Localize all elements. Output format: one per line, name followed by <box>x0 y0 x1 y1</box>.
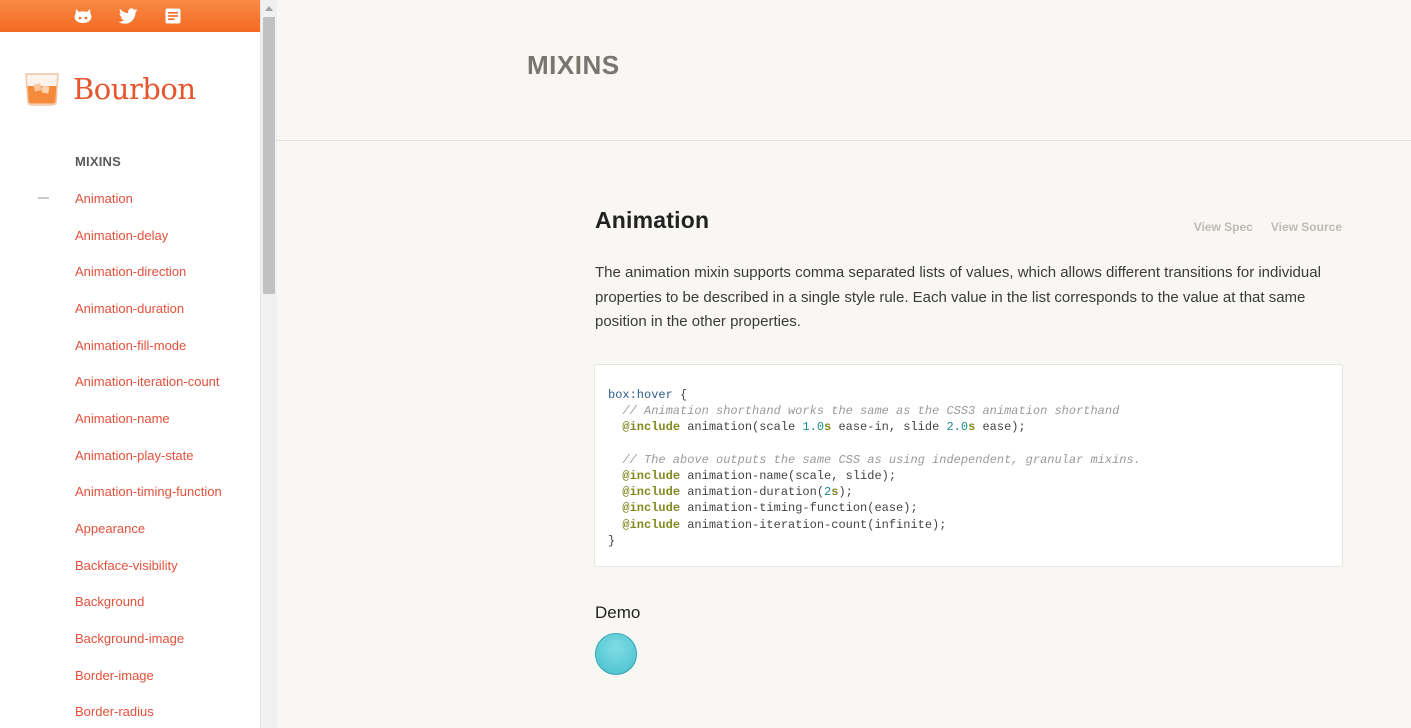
bourbon-glass-icon <box>24 71 60 107</box>
sidebar-item-animation[interactable]: Animation <box>0 180 260 217</box>
sidebar-item-animation-play-state[interactable]: Animation-play-state <box>0 437 260 474</box>
demo-label: Demo <box>595 603 641 622</box>
main-content: MIXINS Animation View Spec View Source T… <box>277 0 1411 728</box>
topbar <box>0 0 260 32</box>
code-token: { <box>672 388 688 402</box>
code-line: @include animation-name(scale, slide); <box>608 469 896 483</box>
code-token: animation-name(scale, slide); <box>680 469 897 484</box>
sidebar-item-background[interactable]: Background <box>0 584 260 621</box>
sidebar-item-label: Border-image <box>75 667 154 683</box>
sidebar-item-label: Animation-delay <box>75 227 169 243</box>
logo[interactable]: Bourbon <box>24 71 196 107</box>
sidebar-item-label: Border-radius <box>75 704 154 720</box>
sidebar-item-label: Animation-name <box>75 410 170 426</box>
sidebar-item-label: Appearance <box>75 521 146 537</box>
sidebar-item-border-image[interactable]: Border-image <box>0 657 260 694</box>
code-line: } <box>608 534 615 548</box>
sidebar-item-animation-timing-function[interactable]: Animation-timing-function <box>0 474 260 511</box>
page-header: MIXINS <box>277 0 1411 141</box>
sidebar-item-animation-fill-mode[interactable]: Animation-fill-mode <box>0 327 260 364</box>
code-line: @include animation(scale 1.0s ease-in, s… <box>608 420 1026 435</box>
code-token: @include <box>622 517 681 532</box>
sidebar-item-label: Background <box>75 594 145 610</box>
code-token: box:hover <box>608 388 673 402</box>
code-token: @include <box>622 420 681 435</box>
sidebar-item-animation-delay[interactable]: Animation-delay <box>0 217 260 254</box>
code-token: animation-iteration-count(infinite); <box>680 517 947 532</box>
twitter-icon[interactable] <box>117 5 139 27</box>
page-title: MIXINS <box>527 50 620 80</box>
sidebar: Bourbon MIXINS Animation Animation-delay A… <box>0 0 260 728</box>
sidebar-item-backface-visibility[interactable]: Backface-visibility <box>0 547 260 584</box>
scroll-thumb[interactable] <box>263 17 275 294</box>
sidebar-scrollbar[interactable] <box>260 0 277 728</box>
code-token: ease); <box>975 420 1026 435</box>
code-token: 2.0 <box>946 420 969 435</box>
nav-heading: MIXINS <box>75 154 121 169</box>
sidebar-item-label: Animation-fill-mode <box>75 337 187 353</box>
brand-name: Bourbon <box>73 72 196 106</box>
sidebar-item-label: Background-image <box>75 631 185 647</box>
code-line: // Animation shorthand works the same as… <box>608 404 1119 418</box>
code-line: @include animation-iteration-count(infin… <box>608 518 946 532</box>
view-spec-link[interactable]: View Spec <box>1194 220 1253 234</box>
section-links: View Spec View Source <box>1194 220 1342 234</box>
code-token: @include <box>622 485 681 500</box>
sidebar-item-background-image[interactable]: Background-image <box>0 620 260 657</box>
sidebar-item-label: Animation-direction <box>75 264 187 280</box>
sidebar-item-border-radius[interactable]: Border-radius <box>0 694 260 728</box>
sidebar-item-animation-duration[interactable]: Animation-duration <box>0 290 260 327</box>
code-token: ); <box>838 485 853 500</box>
code-text: box:hover { // Animation shorthand works… <box>608 387 1329 549</box>
code-token: animation(scale <box>680 420 803 435</box>
code-token: animation-duration( <box>680 485 825 500</box>
scroll-up-arrow-icon[interactable] <box>261 0 277 16</box>
code-line: box:hover { <box>608 388 687 402</box>
code-token: ease-in, slide <box>831 420 947 435</box>
sidebar-item-label: Animation-play-state <box>75 447 194 463</box>
code-block: box:hover { // Animation shorthand works… <box>594 364 1343 567</box>
code-token: // Animation shorthand works the same as… <box>608 404 1120 419</box>
code-token: 1.0 <box>802 420 825 435</box>
view-source-link[interactable]: View Source <box>1271 220 1342 234</box>
sidebar-item-animation-name[interactable]: Animation-name <box>0 400 260 437</box>
sidebar-item-label: Animation-iteration-count <box>75 374 220 390</box>
demo-circle <box>595 633 637 675</box>
section-description: The animation mixin supports comma separ… <box>595 264 1321 330</box>
code-token: @include <box>622 501 681 516</box>
code-line: @include animation-duration(2s); <box>608 485 853 500</box>
github-icon[interactable] <box>72 5 94 27</box>
section-title: Animation <box>595 207 710 233</box>
sidebar-item-appearance[interactable]: Appearance <box>0 510 260 547</box>
sidebar-item-animation-iteration-count[interactable]: Animation-iteration-count <box>0 363 260 400</box>
sidebar-item-animation-direction[interactable]: Animation-direction <box>0 253 260 290</box>
code-line: @include animation-timing-function(ease)… <box>608 501 918 516</box>
sidebar-item-label: Backface-visibility <box>75 557 178 573</box>
code-token: animation-timing-function(ease); <box>680 501 918 516</box>
sidebar-item-label: Animation-timing-function <box>75 484 222 500</box>
docs-icon[interactable] <box>162 5 184 27</box>
sidebar-item-label: Animation <box>75 190 133 206</box>
code-token: } <box>608 533 616 548</box>
code-token: // The above outputs the same CSS as usi… <box>608 452 1141 467</box>
active-marker-icon <box>38 197 49 200</box>
code-token: @include <box>622 469 681 484</box>
code-line: // The above outputs the same CSS as usi… <box>608 453 1141 467</box>
nav-list: Animation Animation-delay Animation-direct… <box>0 180 260 728</box>
sidebar-item-label: Animation-duration <box>75 300 185 316</box>
